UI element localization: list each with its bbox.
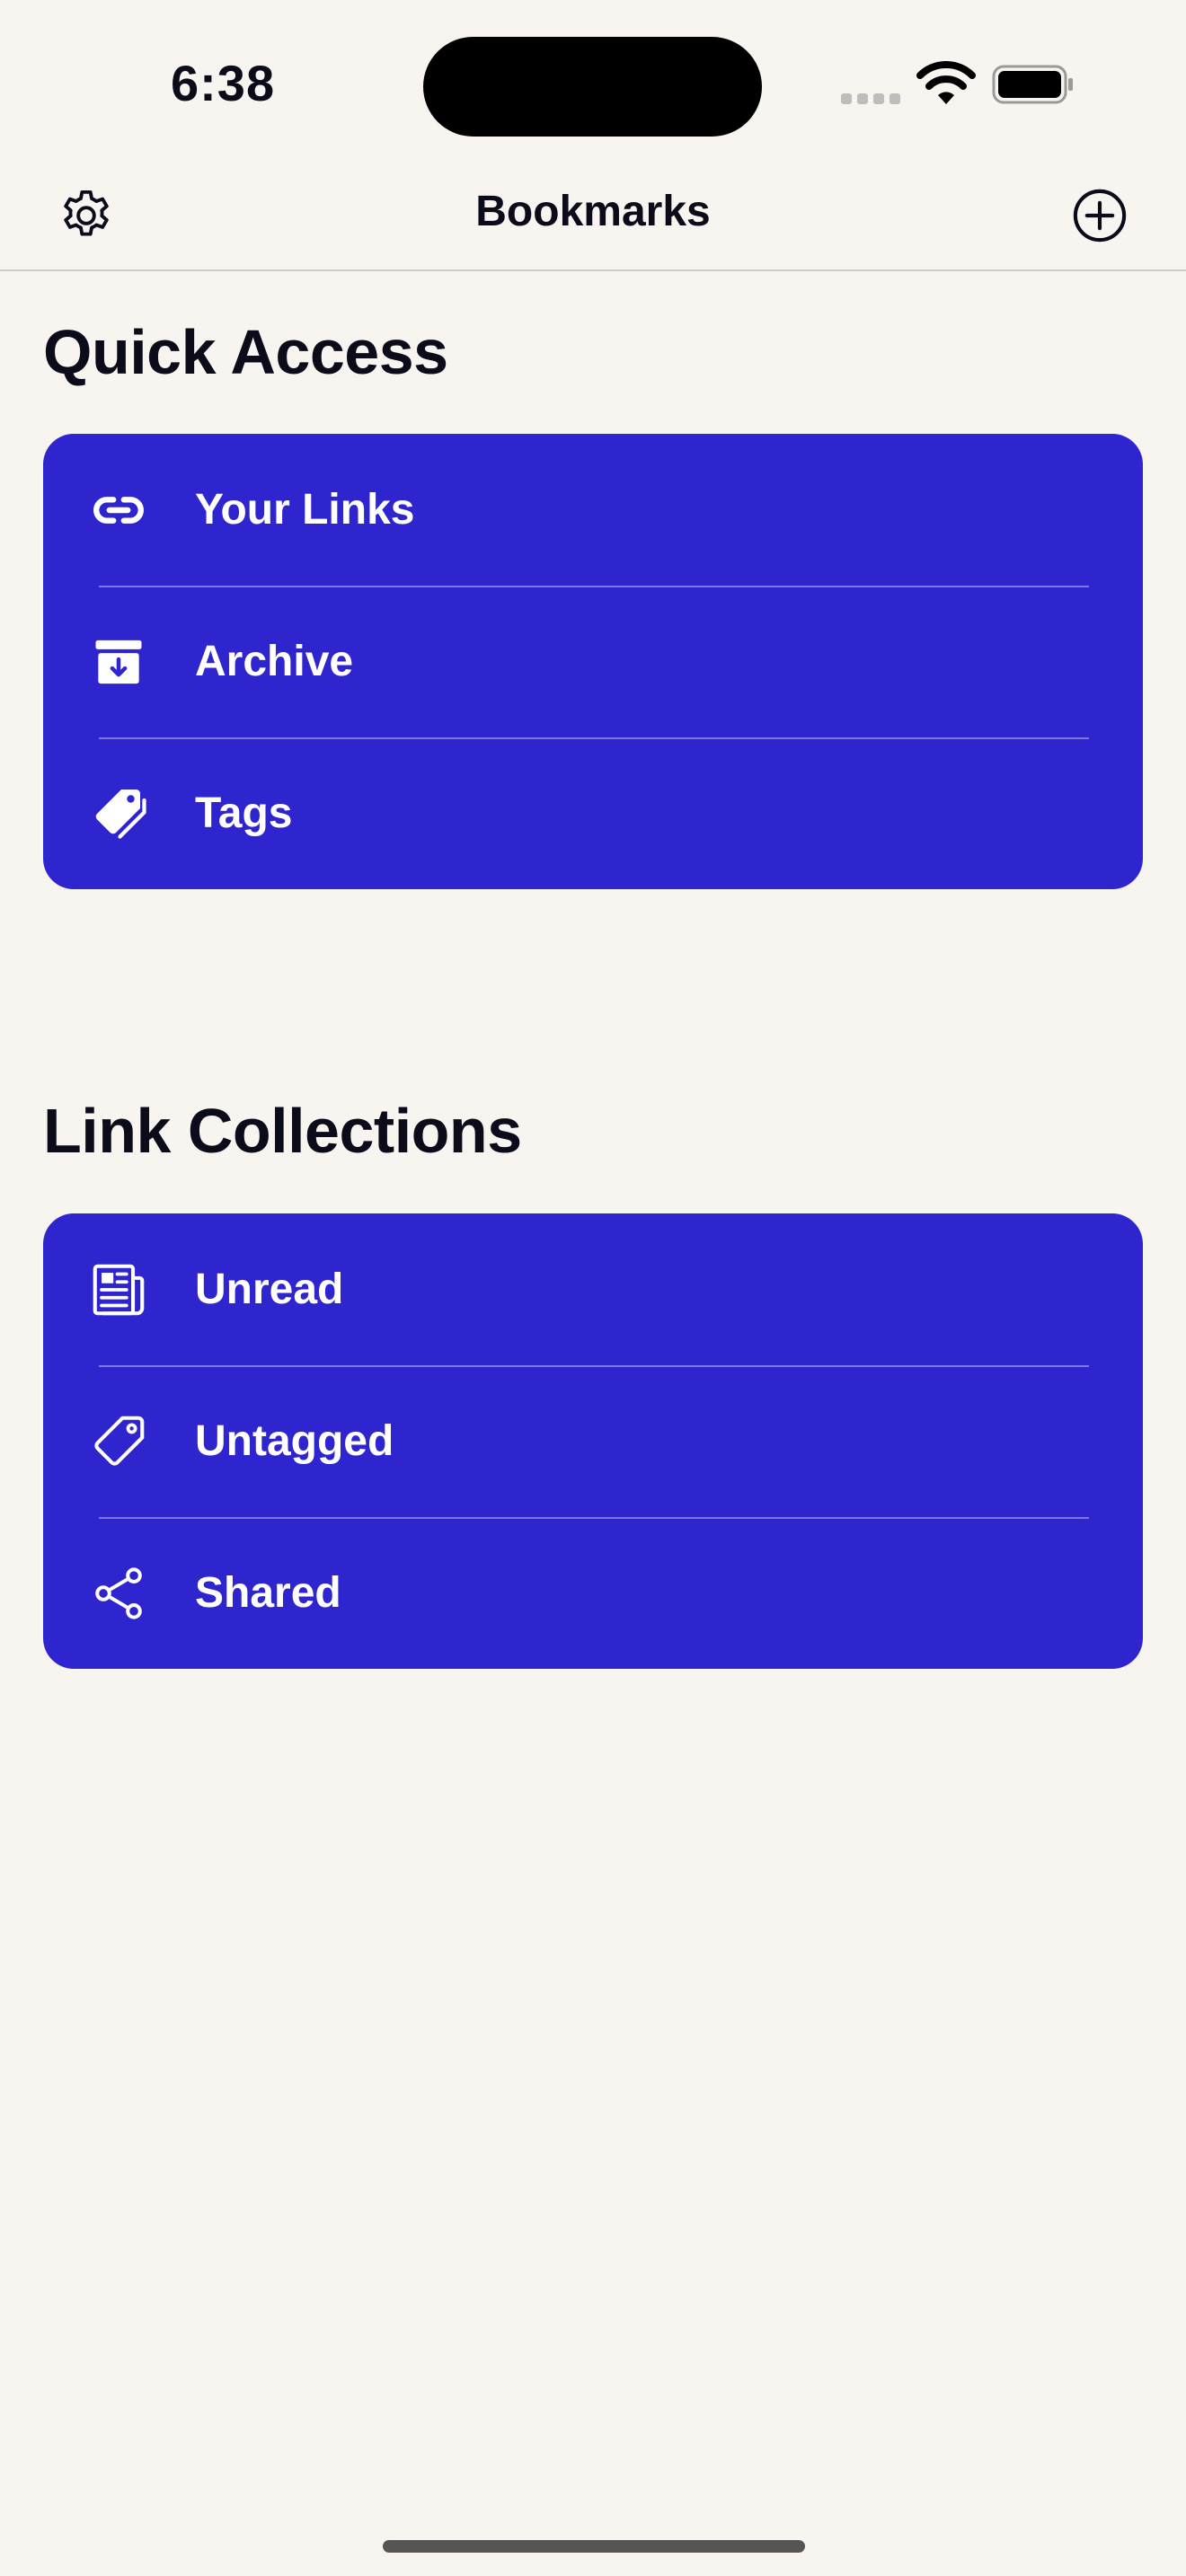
- list-item-unread[interactable]: Unread: [43, 1213, 1143, 1365]
- archive-box-icon: [86, 630, 151, 694]
- list-item-label: Archive: [195, 638, 354, 685]
- list-item-label: Tags: [195, 790, 293, 837]
- list-item-shared[interactable]: Shared: [43, 1517, 1143, 1669]
- quick-access-list: Your Links Archive Tags: [43, 434, 1143, 889]
- wifi-icon: [916, 61, 976, 104]
- share-icon: [86, 1561, 151, 1626]
- status-time: 6:38: [171, 55, 276, 111]
- navigation-bar: Bookmarks: [0, 162, 1186, 271]
- home-indicator[interactable]: [383, 2540, 805, 2553]
- link-collections-list: Unread Untagged Shared: [43, 1213, 1143, 1669]
- tag-outline-icon: [86, 1409, 151, 1474]
- link-icon: [86, 478, 151, 543]
- newspaper-icon: [86, 1257, 151, 1322]
- plus-circle-icon: [1073, 189, 1127, 243]
- list-item-label: Unread: [195, 1266, 344, 1313]
- status-bar: 6:38: [0, 0, 1186, 162]
- dynamic-island: [423, 37, 762, 137]
- list-item-archive[interactable]: Archive: [43, 586, 1143, 737]
- list-item-label: Untagged: [195, 1417, 394, 1465]
- tags-icon: [86, 781, 151, 846]
- list-item-label: Shared: [195, 1569, 341, 1617]
- add-bookmark-button[interactable]: [1066, 181, 1134, 250]
- section-title-link-collections: Link Collections: [43, 1096, 522, 1166]
- page-title: Bookmarks: [475, 188, 711, 235]
- cellular-signal-icon: [841, 93, 906, 109]
- battery-icon: [992, 65, 1073, 104]
- list-item-tags[interactable]: Tags: [43, 737, 1143, 889]
- section-title-quick-access: Quick Access: [43, 317, 448, 387]
- list-item-your-links[interactable]: Your Links: [43, 434, 1143, 586]
- list-item-untagged[interactable]: Untagged: [43, 1365, 1143, 1517]
- list-item-label: Your Links: [195, 486, 415, 534]
